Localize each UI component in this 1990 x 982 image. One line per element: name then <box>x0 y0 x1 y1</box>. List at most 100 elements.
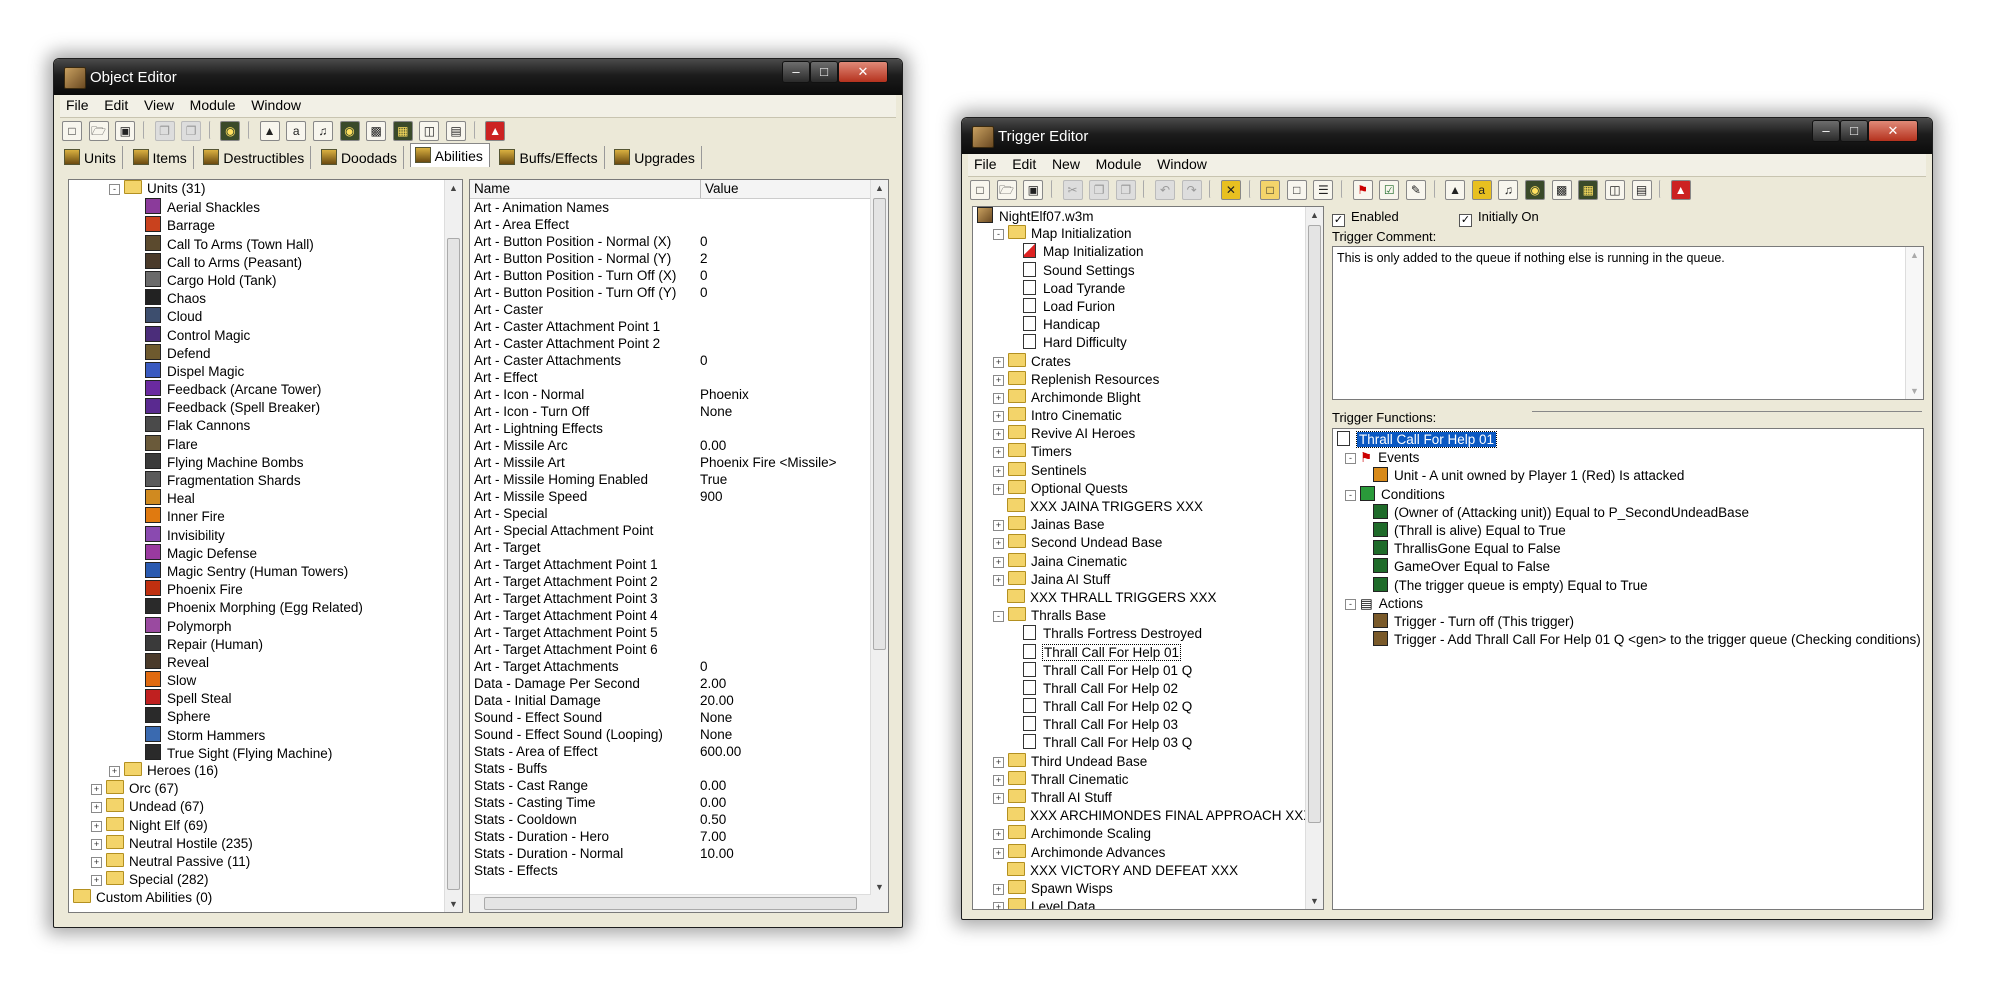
trigger-category[interactable]: XXX VICTORY AND DEFEAT XXX <box>977 861 1305 880</box>
collapse-icon[interactable]: - <box>993 229 1004 241</box>
trigger-item[interactable]: Thrall Call For Help 02 Q <box>977 698 1305 716</box>
test-icon[interactable]: ▤ <box>1631 180 1652 200</box>
grid-row[interactable]: Stats - Area of Effect 600.00 <box>470 743 870 760</box>
function-conditions[interactable]: - Conditions <box>1337 485 1919 504</box>
trigger-item[interactable]: Hard Difficulty <box>977 334 1305 352</box>
grid-row[interactable]: Art - Target Attachment Point 3 <box>470 590 870 607</box>
scroll-up-icon[interactable]: ▲ <box>871 180 888 196</box>
grid-row[interactable]: Data - Damage Per Second 2.00 <box>470 675 870 692</box>
grid-row[interactable]: Stats - Cast Range 0.00 <box>470 777 870 794</box>
trigger-category[interactable]: + Level Data <box>977 898 1305 909</box>
paste-icon[interactable]: ❐ <box>181 121 202 141</box>
grid-row[interactable]: Art - Missile Arc 0.00 <box>470 437 870 454</box>
scroll-up-icon[interactable]: ▲ <box>1306 207 1323 223</box>
grid-row[interactable]: Art - Icon - Turn Off None <box>470 403 870 420</box>
grid-row[interactable]: Art - Special Attachment Point <box>470 522 870 539</box>
tree-folder[interactable]: + Neutral Hostile (235) <box>73 834 444 853</box>
ability-item[interactable]: Flare <box>73 434 444 453</box>
expand-icon[interactable]: + <box>993 556 1004 568</box>
new-action-icon[interactable]: ✎ <box>1405 180 1426 200</box>
trigger-editor-titlebar[interactable]: Trigger Editor – □ ✕ <box>962 118 1932 154</box>
expand-icon[interactable]: + <box>993 374 1004 386</box>
ability-item[interactable]: Sphere <box>73 707 444 725</box>
field-value[interactable]: 20.00 <box>700 692 734 709</box>
menu-window[interactable]: Window <box>1151 154 1213 174</box>
terrain-icon[interactable]: ▲ <box>1445 180 1466 200</box>
import-icon[interactable]: ◫ <box>419 121 440 141</box>
expand-icon[interactable]: + <box>993 465 1004 477</box>
expand-icon[interactable]: + <box>993 847 1004 859</box>
ability-item[interactable]: Chaos <box>73 289 444 307</box>
ability-item[interactable]: Slow <box>73 671 444 689</box>
trigger-category[interactable]: XXX THRALL TRIGGERS XXX <box>977 588 1305 607</box>
trigger-item[interactable]: Thrall Call For Help 01 <box>977 643 1305 662</box>
ability-item[interactable]: Control Magic <box>73 325 444 344</box>
hscroll-thumb[interactable] <box>484 897 857 910</box>
ability-item[interactable]: Cargo Hold (Tank) <box>73 270 444 289</box>
copy-icon[interactable]: ❐ <box>154 121 175 141</box>
grid-row[interactable]: Art - Target Attachment Point 1 <box>470 556 870 573</box>
tree-folder[interactable]: - Units (31) <box>73 180 444 198</box>
grid-row[interactable]: Art - Target Attachment Point 5 <box>470 624 870 641</box>
tab-buffs-effects[interactable]: Buffs/Effects <box>495 146 605 169</box>
ability-item[interactable]: True Sight (Flying Machine) <box>73 743 444 762</box>
grid-row[interactable]: Art - Effect <box>470 369 870 386</box>
trigger-comment-box[interactable]: This is only added to the queue if nothi… <box>1332 246 1924 400</box>
enabled-checkbox[interactable]: ✓ Enabled <box>1332 209 1399 227</box>
grid-row[interactable]: Art - Target <box>470 539 870 556</box>
trigger-item[interactable]: Thrall Call For Help 03 Q <box>977 734 1305 752</box>
scroll-down-icon[interactable]: ▼ <box>445 896 462 912</box>
field-value[interactable]: 0 <box>700 284 708 301</box>
trigger-category[interactable]: + Spawn Wisps <box>977 879 1305 898</box>
field-value[interactable]: 7.00 <box>700 828 726 845</box>
grid-hscrollbar[interactable] <box>470 894 871 912</box>
trigger-item[interactable]: Thrall Call For Help 03 <box>977 716 1305 734</box>
grid-row[interactable]: Art - Special <box>470 505 870 522</box>
expand-icon[interactable]: + <box>993 774 1004 786</box>
grid-row[interactable]: Stats - Effects <box>470 862 870 879</box>
field-value[interactable]: 2.00 <box>700 675 726 692</box>
grid-row[interactable]: Stats - Duration - Normal 10.00 <box>470 845 870 862</box>
grid-row[interactable]: Art - Caster <box>470 301 870 318</box>
open-icon[interactable]: 🗁 <box>996 180 1017 200</box>
redo-icon[interactable]: ↷ <box>1181 180 1202 200</box>
scroll-thumb[interactable] <box>873 198 886 650</box>
field-value[interactable]: Phoenix Fire <Missile> <box>700 454 837 471</box>
map-icon[interactable]: ◉ <box>220 121 241 141</box>
ability-item[interactable]: Barrage <box>73 216 444 234</box>
field-value[interactable]: 0.00 <box>700 437 726 454</box>
scroll-down-icon[interactable]: ▼ <box>1306 893 1323 909</box>
maximize-button[interactable]: □ <box>810 61 838 83</box>
grid-row[interactable]: Art - Button Position - Turn Off (Y) 0 <box>470 284 870 301</box>
trigger-category[interactable]: + Timers <box>977 443 1305 461</box>
save-icon[interactable]: ▣ <box>115 121 136 141</box>
object-editor-titlebar[interactable]: Object Editor – □ ✕ <box>54 59 902 95</box>
ability-item[interactable]: Spell Steal <box>73 689 444 707</box>
paste-icon[interactable]: ❐ <box>1115 180 1136 200</box>
collapse-icon[interactable]: - <box>1345 489 1356 501</box>
trigger-category[interactable]: + Crates <box>977 352 1305 371</box>
tab-items[interactable]: Items <box>129 146 194 169</box>
ability-item[interactable]: Fragmentation Shards <box>73 471 444 489</box>
ability-item[interactable]: Inner Fire <box>73 507 444 525</box>
expand-icon[interactable]: + <box>993 756 1004 768</box>
trigger-category[interactable]: + Sentinels <box>977 461 1305 480</box>
cut-icon[interactable]: ✂ <box>1062 180 1083 200</box>
object-icon[interactable]: ◉ <box>339 121 360 141</box>
expand-icon[interactable]: + <box>109 766 120 777</box>
new-event-icon[interactable]: ⚑ <box>1352 180 1373 200</box>
expand-icon[interactable]: + <box>993 829 1004 841</box>
trigger-item[interactable]: Thralls Fortress Destroyed <box>977 625 1305 643</box>
field-value[interactable]: 0 <box>700 352 708 369</box>
tab-upgrades[interactable]: Upgrades <box>610 146 702 169</box>
tree-scrollbar[interactable]: ▲ ▼ <box>444 180 462 912</box>
tree-folder[interactable]: + Undead (67) <box>73 798 444 816</box>
expand-icon[interactable]: + <box>993 392 1004 404</box>
scroll-down-icon[interactable]: ▼ <box>1906 383 1923 399</box>
trigger-category[interactable]: + Archimonde Blight <box>977 388 1305 407</box>
expand-icon[interactable]: + <box>993 411 1004 423</box>
grid-row[interactable]: Art - Missile Art Phoenix Fire <Missile> <box>470 454 870 471</box>
trigger-category[interactable]: + Third Undead Base <box>977 752 1305 771</box>
expand-icon[interactable]: + <box>993 902 1004 909</box>
field-value[interactable]: 600.00 <box>700 743 741 760</box>
